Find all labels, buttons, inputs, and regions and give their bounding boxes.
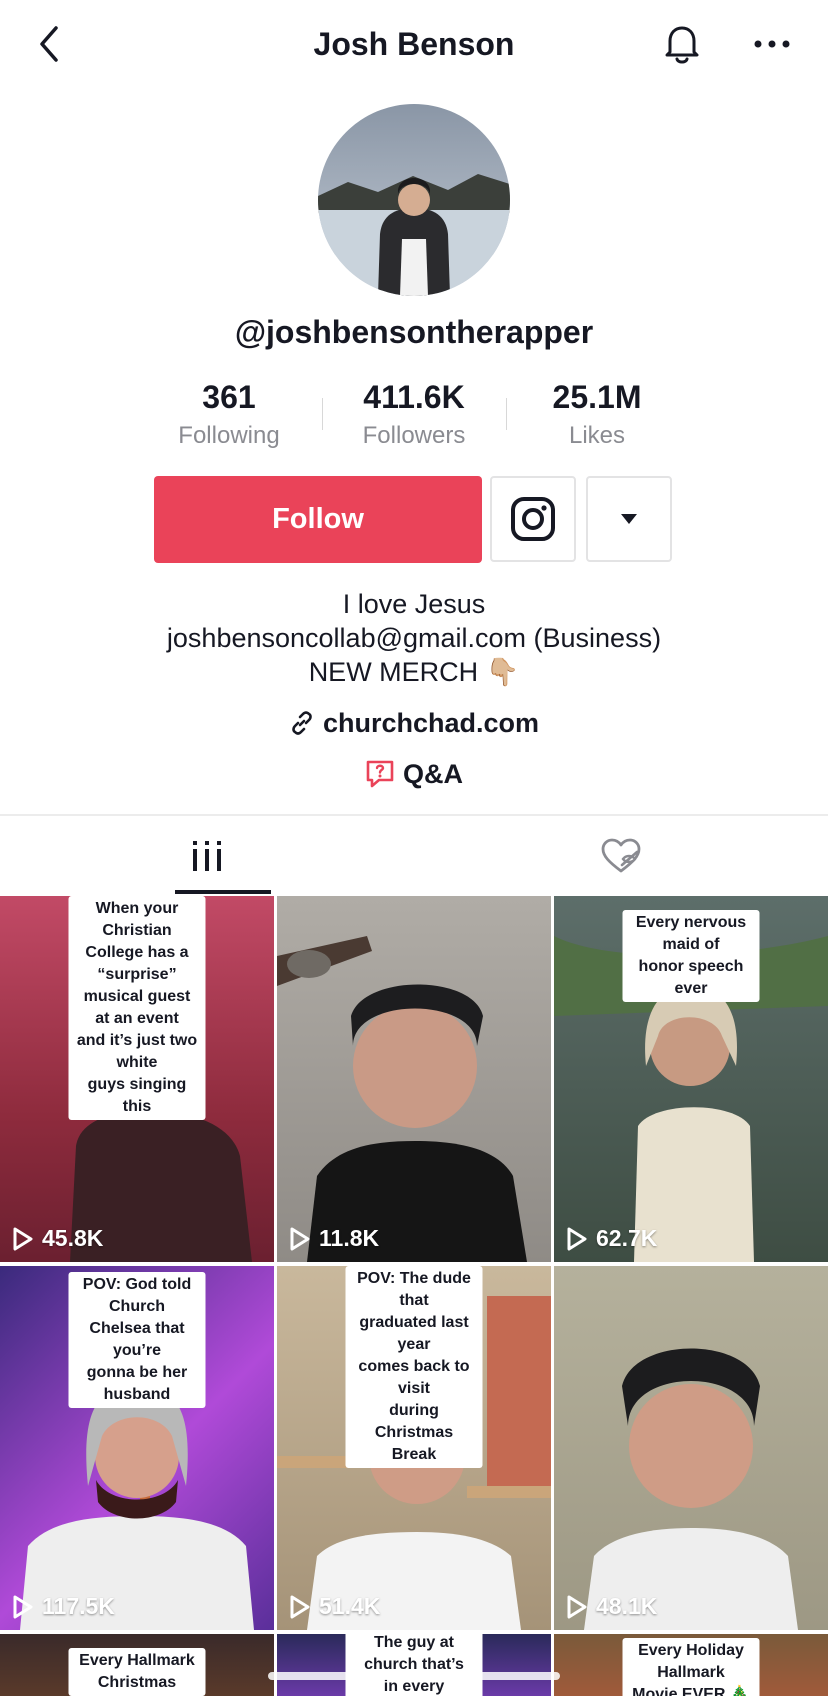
play-icon xyxy=(290,1227,310,1250)
heart-hidden-icon xyxy=(601,838,641,873)
qa-label: Q&A xyxy=(403,759,463,789)
video-caption: POV: God told Church Chelsea that you’re… xyxy=(68,1272,206,1408)
profile-handle: @joshbensontherapper xyxy=(234,314,594,350)
top-bar: Josh Benson xyxy=(0,0,828,88)
grid-icon xyxy=(193,841,221,871)
play-icon xyxy=(13,1595,33,1618)
video-caption: Every nervous maid of honor speech ever xyxy=(622,910,760,1002)
play-icon xyxy=(567,1227,587,1250)
tab-videos[interactable] xyxy=(0,816,414,896)
profile-tabs xyxy=(0,816,828,896)
stat-label: Following xyxy=(178,422,280,449)
stat-following[interactable]: 361 Following xyxy=(139,376,319,454)
video-thumbnail xyxy=(584,1348,798,1630)
view-count: 62.7K xyxy=(566,1225,657,1252)
play-icon xyxy=(567,1595,587,1618)
more-icon[interactable] xyxy=(750,26,794,62)
view-count-text: 45.8K xyxy=(42,1225,104,1251)
view-count: 11.8K xyxy=(289,1225,379,1252)
play-icon xyxy=(290,1595,310,1618)
tab-liked[interactable] xyxy=(414,816,828,896)
view-count-text: 11.8K xyxy=(319,1225,380,1251)
home-indicator xyxy=(268,1672,560,1680)
stat-value: 411.6K xyxy=(363,379,465,415)
bio-line: joshbensoncollab@gmail.com (Business) xyxy=(166,623,662,653)
stat-value: 25.1M xyxy=(552,379,642,415)
video-thumbnail xyxy=(277,936,527,1262)
view-count: 48.1K xyxy=(566,1593,657,1620)
stat-value: 361 xyxy=(202,379,256,415)
video-tile[interactable]: 48.1K xyxy=(554,1266,828,1630)
avatar[interactable] xyxy=(318,104,510,296)
video-tile[interactable]: POV: The dude that graduated last year c… xyxy=(277,1266,551,1630)
instagram-button[interactable] xyxy=(490,476,576,562)
stat-label: Followers xyxy=(362,422,466,449)
qa-icon xyxy=(366,760,394,788)
stat-followers[interactable]: 411.6K Followers xyxy=(324,376,504,454)
video-tile[interactable]: Every Holiday Hallmark Movie EVER 🎄 xyxy=(554,1634,828,1696)
video-tile[interactable]: The guy at church that’s in every newlyw… xyxy=(277,1634,551,1696)
video-tile[interactable]: When your Christian College has a “surpr… xyxy=(0,896,274,1262)
link-icon xyxy=(292,711,312,735)
video-grid: When your Christian College has a “surpr… xyxy=(0,896,828,1696)
caret-down-icon xyxy=(621,514,637,524)
profile-link-text: churchchad.com xyxy=(322,708,540,738)
stat-likes[interactable]: 25.1M Likes xyxy=(507,376,687,454)
follow-button[interactable]: Follow xyxy=(154,476,482,563)
tab-active-indicator xyxy=(175,890,271,894)
stat-label: Likes xyxy=(568,422,626,449)
view-count-text: 117.5K xyxy=(42,1593,115,1619)
view-count: 51.4K xyxy=(289,1593,380,1620)
bio-line: I love Jesus xyxy=(342,589,486,619)
profile-link[interactable]: churchchad.com xyxy=(0,705,828,741)
bell-icon[interactable] xyxy=(660,20,704,68)
view-count-text: 51.4K xyxy=(319,1593,381,1619)
video-tile[interactable]: Every Hallmark Christmas xyxy=(0,1634,274,1696)
video-tile[interactable]: POV: God told Church Chelsea that you’re… xyxy=(0,1266,274,1630)
view-count: 45.8K xyxy=(12,1225,103,1252)
dropdown-button[interactable] xyxy=(586,476,672,562)
video-caption: Every Holiday Hallmark Movie EVER 🎄 xyxy=(622,1638,760,1696)
bio-line: NEW MERCH 👇🏼 xyxy=(308,657,520,687)
view-count-text: 48.1K xyxy=(596,1593,658,1619)
video-caption: Every Hallmark Christmas xyxy=(68,1648,206,1696)
video-caption: POV: The dude that graduated last year c… xyxy=(345,1266,483,1468)
stat-divider xyxy=(322,398,323,430)
video-caption: When your Christian College has a “surpr… xyxy=(68,896,206,1120)
qa-link[interactable]: Q&A xyxy=(0,756,828,792)
play-icon xyxy=(13,1227,33,1250)
video-tile[interactable]: Every nervous maid of honor speech ever … xyxy=(554,896,828,1262)
view-count: 117.5K xyxy=(12,1593,115,1620)
view-count-text: 62.7K xyxy=(596,1225,658,1251)
video-tile[interactable]: 11.8K xyxy=(277,896,551,1262)
instagram-icon xyxy=(511,497,555,541)
video-caption: The guy at church that’s in every newlyw… xyxy=(345,1634,483,1696)
